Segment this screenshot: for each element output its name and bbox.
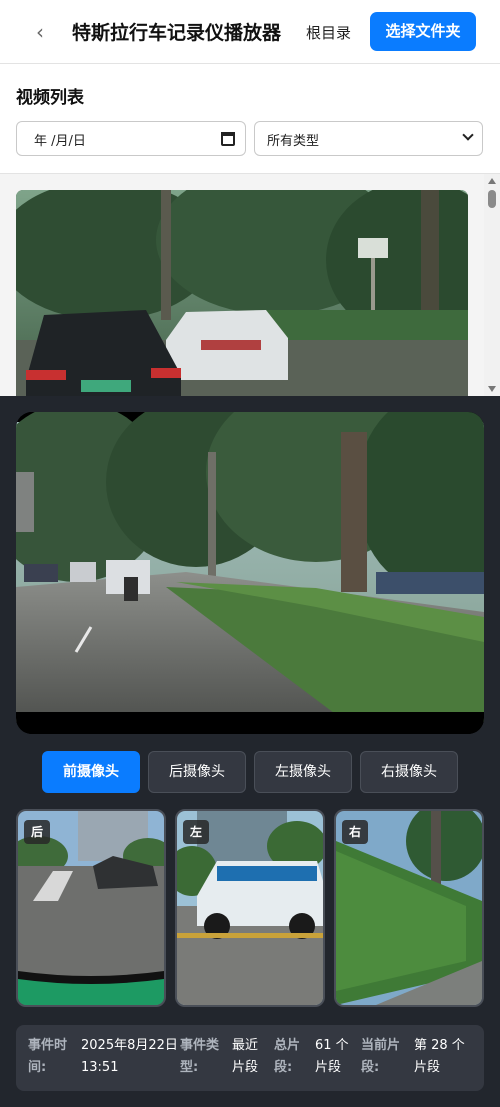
left-camera-view[interactable]: 左 xyxy=(175,809,325,1007)
scroll-down-arrow-icon[interactable] xyxy=(488,386,496,392)
event-type-label: 事件类型: xyxy=(180,1038,220,1075)
video-thumbnail[interactable] xyxy=(16,190,468,396)
left-camera-button[interactable]: 左摄像头 xyxy=(254,751,352,793)
right-camera-button[interactable]: 右摄像头 xyxy=(360,751,458,793)
root-directory-button[interactable]: 根目录 xyxy=(306,22,351,44)
left-view-label: 左 xyxy=(183,820,209,844)
event-type-value: 最近片段 xyxy=(232,1038,259,1075)
date-filter-input[interactable]: 年 /月/日 xyxy=(16,121,246,156)
scroll-up-arrow-icon[interactable] xyxy=(488,178,496,184)
type-filter-select[interactable]: 所有类型 xyxy=(254,121,483,156)
scrollbar-thumb[interactable] xyxy=(488,190,496,208)
date-placeholder: 年 /月/日 xyxy=(34,134,86,149)
right-view-label: 右 xyxy=(342,820,368,844)
chevron-down-icon xyxy=(462,129,474,141)
event-time-label: 事件时间: xyxy=(28,1038,68,1075)
front-camera-button[interactable]: 前摄像头 xyxy=(42,751,140,793)
thumbnail-image xyxy=(16,190,468,396)
front-camera-image xyxy=(16,412,484,734)
list-scrollbar[interactable] xyxy=(484,174,500,396)
calendar-icon[interactable] xyxy=(221,132,235,146)
choose-folder-button[interactable]: 选择文件夹 xyxy=(370,12,476,51)
type-selected-value: 所有类型 xyxy=(267,134,320,149)
video-list-title: 视频列表 xyxy=(16,88,84,108)
back-icon[interactable]: ‹ xyxy=(30,20,50,44)
rear-camera-view[interactable]: 后 xyxy=(16,809,166,1007)
total-clips-value: 61 个片段 xyxy=(315,1038,349,1075)
total-clips-label: 总片段: xyxy=(274,1038,301,1075)
video-list-panel: 视频列表 年 /月/日 所有类型 xyxy=(0,64,500,174)
app-header: ‹ 特斯拉行车记录仪播放器 根目录 选择文件夹 xyxy=(0,0,500,64)
clip-info-bar: 事件时间: 2025年8月22日 13:51 事件类型: 最近片段 总片段: 6… xyxy=(16,1025,484,1091)
event-time-value: 2025年8月22日 13:51 xyxy=(81,1038,178,1075)
video-list-scroll[interactable] xyxy=(0,174,500,396)
rear-camera-button[interactable]: 后摄像头 xyxy=(148,751,246,793)
player-panel: 前摄像头 后摄像头 左摄像头 右摄像头 后 左 右 事件时间: 2025年8月2… xyxy=(0,396,500,1107)
rear-view-label: 后 xyxy=(24,820,50,844)
main-video[interactable] xyxy=(16,412,484,734)
right-camera-view[interactable]: 右 xyxy=(334,809,484,1007)
current-clip-value: 第 28 个片段 xyxy=(414,1038,465,1075)
app-title: 特斯拉行车记录仪播放器 xyxy=(72,22,282,44)
current-clip-label: 当前片段: xyxy=(361,1038,401,1075)
